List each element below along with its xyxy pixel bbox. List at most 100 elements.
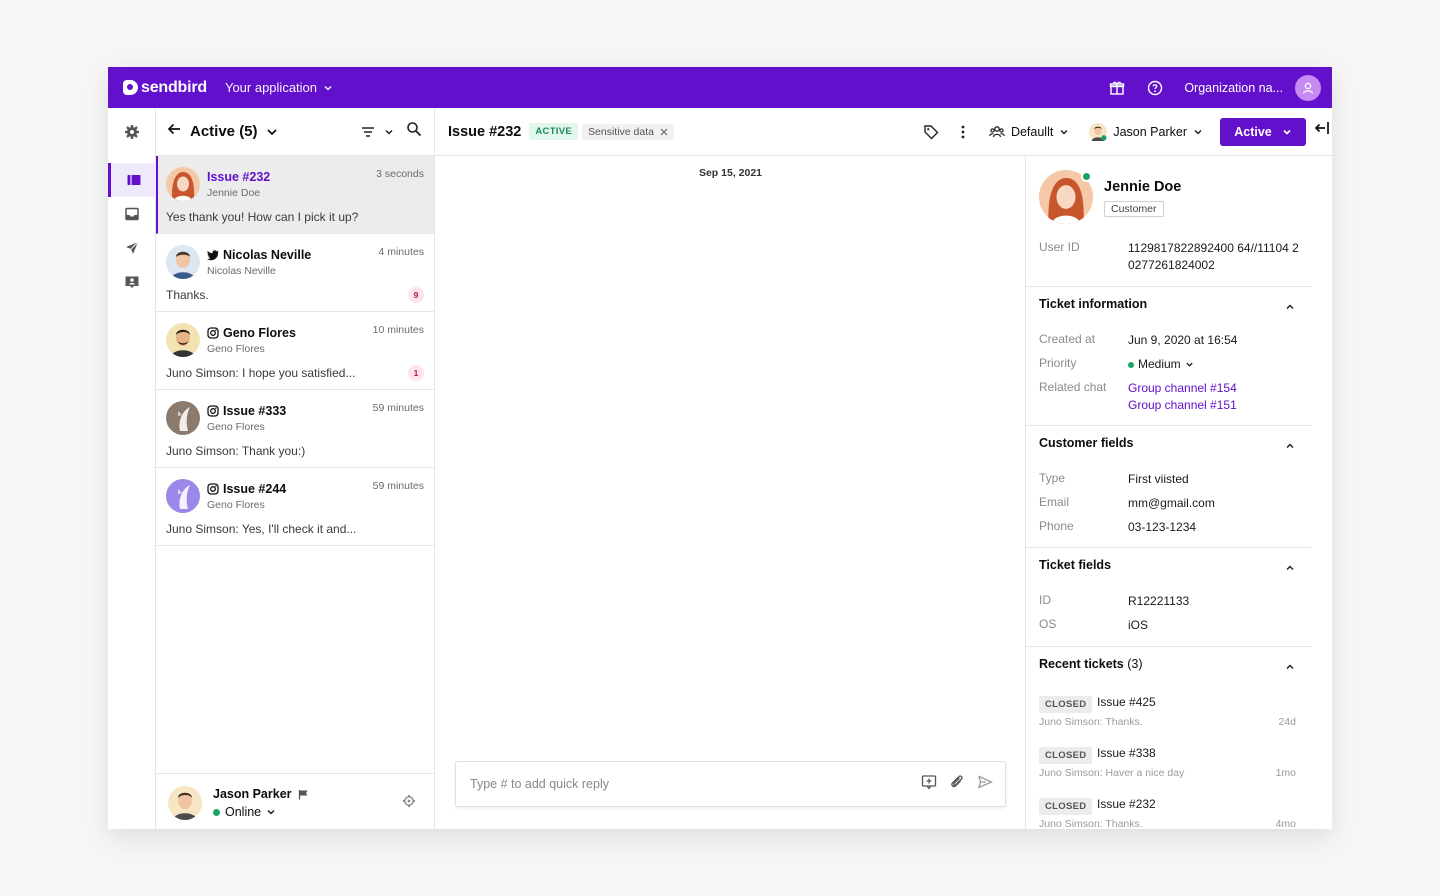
customer-avatar bbox=[166, 323, 200, 357]
gear-icon[interactable] bbox=[402, 794, 416, 813]
related-chat-link[interactable]: Group channel #151 bbox=[1128, 397, 1308, 414]
agents-nav[interactable] bbox=[108, 265, 156, 299]
online-indicator-icon bbox=[1081, 171, 1092, 182]
team-selector[interactable]: Defaullt bbox=[989, 124, 1069, 140]
conversation-title: Issue #244 bbox=[223, 482, 287, 496]
conversation-title: Issue #333 bbox=[223, 404, 287, 418]
desk-app: sendbird Your application Organization n… bbox=[108, 67, 1332, 829]
help-icon[interactable] bbox=[1146, 79, 1164, 97]
chevron-down-icon bbox=[324, 85, 332, 91]
add-quick-reply-icon[interactable] bbox=[921, 774, 937, 795]
filter-icon[interactable] bbox=[360, 124, 394, 140]
gift-icon[interactable] bbox=[1108, 79, 1126, 97]
inbox-nav[interactable] bbox=[108, 197, 156, 231]
conversation-last-message: Yes thank you! How can I pick it up? bbox=[166, 210, 359, 224]
conversation-customer: Jennie Doe bbox=[207, 187, 261, 199]
conversation-title: Nicolas Neville bbox=[223, 248, 312, 262]
collapse-panel-icon[interactable] bbox=[1314, 120, 1330, 141]
field-label: Type bbox=[1039, 471, 1066, 485]
recent-ticket-title: Issue #338 bbox=[1097, 746, 1156, 760]
ticket-fields-section: Ticket fields ID R12221133 OS iOS bbox=[1026, 548, 1311, 647]
field-value: R12221133 bbox=[1128, 594, 1190, 608]
recent-ticket-message: Juno Simson: Thanks. bbox=[1039, 716, 1143, 728]
conversation-item[interactable]: Nicolas Neville Nicolas Neville 4 minute… bbox=[156, 234, 434, 312]
agent-avatar bbox=[168, 786, 202, 820]
chevron-down-icon bbox=[1283, 129, 1291, 135]
settings-nav[interactable] bbox=[108, 115, 156, 149]
user-avatar-icon[interactable] bbox=[1295, 74, 1321, 101]
field-label: Email bbox=[1039, 495, 1070, 509]
recent-ticket-age: 1mo bbox=[1275, 767, 1296, 779]
agent-status-bar: Jason Parker Online bbox=[156, 773, 434, 829]
field-label: Created at bbox=[1039, 332, 1096, 346]
tickets-nav[interactable] bbox=[108, 163, 156, 197]
sendbird-logo[interactable]: sendbird bbox=[123, 79, 207, 97]
ticket-information-section: Ticket information Created at Jun 9, 202… bbox=[1026, 287, 1311, 426]
status-filter-dropdown[interactable]: Active (5) bbox=[190, 123, 278, 140]
recent-ticket-age: 24d bbox=[1278, 716, 1296, 728]
team-icon bbox=[989, 125, 1005, 137]
chevron-down-icon bbox=[1060, 129, 1068, 135]
message-input[interactable] bbox=[470, 777, 890, 791]
conversation-time: 4 minutes bbox=[378, 246, 424, 258]
chevron-up-icon[interactable] bbox=[1285, 438, 1295, 456]
recent-ticket-item[interactable]: CLOSED Issue #232 Juno Simson: Thanks. 4… bbox=[1039, 796, 1296, 829]
assignee-avatar bbox=[1089, 122, 1108, 141]
chevron-up-icon[interactable] bbox=[1285, 560, 1295, 578]
priority-dropdown[interactable]: Medium bbox=[1128, 356, 1308, 373]
search-icon[interactable] bbox=[406, 121, 422, 142]
user-id-label: User ID bbox=[1039, 240, 1080, 254]
outbound-nav[interactable] bbox=[108, 231, 156, 265]
chevron-up-icon[interactable] bbox=[1285, 659, 1295, 677]
recent-tickets-title: Recent tickets bbox=[1039, 657, 1124, 671]
attachment-icon[interactable] bbox=[949, 774, 965, 795]
conversation-item[interactable]: Issue #232 Jennie Doe 3 seconds Yes than… bbox=[156, 156, 434, 234]
panel-scroll-area[interactable] bbox=[1311, 156, 1332, 829]
field-label: Priority bbox=[1039, 356, 1077, 370]
conversation-customer: Nicolas Neville bbox=[207, 265, 276, 277]
online-dot-icon bbox=[213, 808, 220, 816]
unread-badge: 1 bbox=[408, 365, 424, 381]
related-chat-link[interactable]: Group channel #154 bbox=[1128, 380, 1308, 397]
recent-ticket-item[interactable]: CLOSED Issue #338 Juno Simson: Haver a n… bbox=[1039, 745, 1296, 779]
more-vertical-icon[interactable] bbox=[954, 123, 972, 141]
conversation-time: 10 minutes bbox=[372, 324, 424, 336]
conversation-item[interactable]: Geno Flores Geno Flores 10 minutes Juno … bbox=[156, 312, 434, 390]
field-value: iOS bbox=[1128, 618, 1149, 632]
ticket-status-button[interactable]: Active bbox=[1220, 117, 1306, 146]
application-selector[interactable]: Your application bbox=[225, 80, 333, 95]
conversation-customer: Geno Flores bbox=[207, 499, 265, 511]
agent-status-dropdown[interactable]: Online bbox=[213, 805, 276, 819]
instagram-icon bbox=[207, 327, 219, 339]
customer-avatar bbox=[166, 479, 200, 513]
assignee-selector[interactable]: Jason Parker bbox=[1089, 122, 1203, 141]
conversation-list-panel: Active (5) Issue #232 Jennie Doe 3 secon… bbox=[156, 108, 435, 829]
field-value: mm@gmail.com bbox=[1128, 496, 1215, 510]
back-arrow-icon[interactable] bbox=[166, 121, 182, 142]
recent-ticket-age: 4mo bbox=[1275, 818, 1296, 829]
assignee-label: Jason Parker bbox=[1113, 124, 1187, 139]
recent-tickets-count: (3) bbox=[1127, 657, 1143, 671]
conversation-item[interactable]: Issue #244 Geno Flores 59 minutes Juno S… bbox=[156, 468, 434, 546]
priority-dot-icon bbox=[1128, 361, 1134, 368]
agent-card-icon bbox=[125, 276, 139, 288]
status-badge: ACTIVE bbox=[529, 123, 579, 140]
conversation-time: 59 minutes bbox=[372, 480, 424, 492]
recent-ticket-item[interactable]: CLOSED Issue #425 Juno Simson: Thanks. 2… bbox=[1039, 694, 1296, 728]
conversation-item[interactable]: Issue #333 Geno Flores 59 minutes Juno S… bbox=[156, 390, 434, 468]
tag-icon[interactable] bbox=[922, 123, 940, 141]
customer-avatar bbox=[166, 401, 200, 435]
recent-ticket-title: Issue #232 bbox=[1097, 797, 1156, 811]
conversation-title: Issue #232 bbox=[207, 170, 271, 184]
chevron-up-icon[interactable] bbox=[1285, 299, 1295, 317]
field-value: Jun 9, 2020 at 16:54 bbox=[1128, 333, 1238, 347]
customer-avatar bbox=[166, 167, 200, 201]
agent-name: Jason Parker bbox=[213, 787, 292, 801]
chevron-down-icon bbox=[1186, 362, 1193, 367]
conversation-time: 3 seconds bbox=[376, 168, 424, 180]
customer-details-panel: Jennie Doe Customer User ID 112981782289… bbox=[1026, 156, 1311, 829]
send-icon[interactable] bbox=[977, 774, 994, 795]
organization-name[interactable]: Organization na... bbox=[1184, 81, 1283, 95]
ticket-status-button-label: Active bbox=[1234, 124, 1272, 139]
close-icon[interactable] bbox=[660, 128, 668, 136]
